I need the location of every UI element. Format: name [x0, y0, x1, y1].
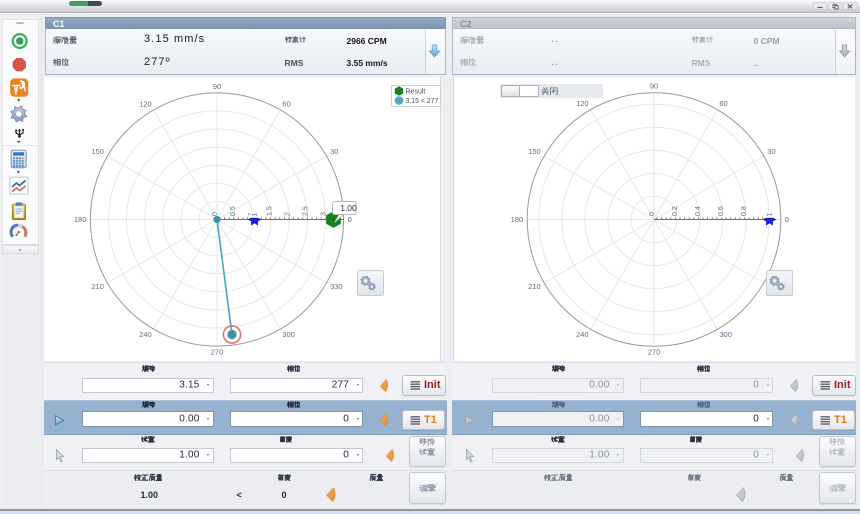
- svg-text:Result: Result: [406, 89, 426, 96]
- svg-text:3.15 < 277: 3.15 < 277: [406, 98, 439, 105]
